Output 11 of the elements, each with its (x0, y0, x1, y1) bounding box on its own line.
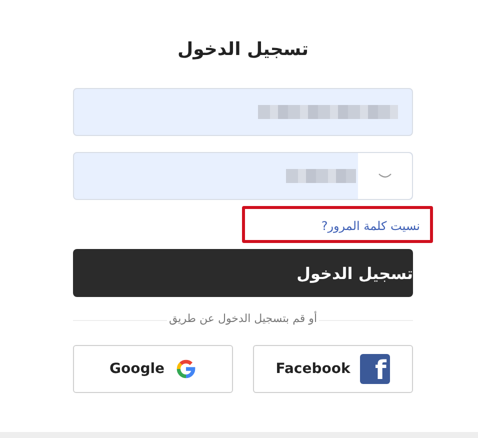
email-field[interactable] (73, 88, 413, 136)
login-button[interactable]: تسجيل الدخول (73, 249, 413, 297)
divider-label: أو قم بتسجيل الدخول عن طريق (166, 312, 320, 325)
eye-icon[interactable] (378, 172, 392, 180)
login-title: تسجيل الدخول (176, 38, 310, 62)
password-field[interactable] (73, 152, 413, 200)
google-button[interactable]: Google (73, 345, 233, 393)
facebook-button[interactable]: Facebook f (253, 345, 413, 393)
facebook-logo-icon: f (360, 354, 390, 384)
forgot-password-link[interactable]: نسيت كلمة المرور? (321, 219, 420, 233)
google-logo-icon (174, 358, 197, 380)
